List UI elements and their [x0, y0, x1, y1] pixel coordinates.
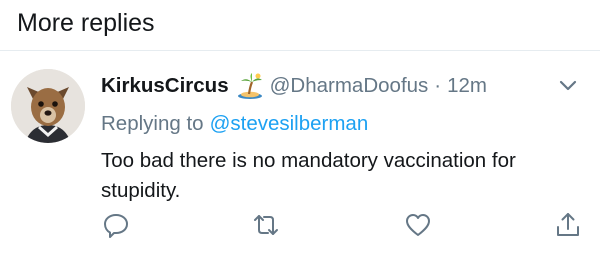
tweet-actions: [0, 211, 600, 245]
like-icon[interactable]: [404, 211, 432, 239]
tweet-header: KirkusCircus @DharmaDoofus · 12m: [101, 66, 581, 106]
dog-avatar-image: [11, 69, 85, 143]
user-handle[interactable]: @DharmaDoofus: [270, 74, 429, 98]
retweet-icon[interactable]: [252, 211, 280, 239]
reply-icon[interactable]: [102, 211, 130, 239]
section-title: More replies: [17, 8, 155, 37]
separator-dot: ·: [434, 74, 442, 97]
desert-island-emoji-icon: [236, 72, 264, 100]
divider: [0, 50, 600, 51]
chevron-down-icon[interactable]: [556, 76, 580, 96]
tweet-text: Too bad there is no mandatory vaccinatio…: [101, 149, 516, 202]
replying-to-mention[interactable]: @stevesilberman: [210, 112, 369, 136]
replying-to: Replying to @stevesilberman: [101, 106, 581, 142]
display-name[interactable]: KirkusCircus: [101, 74, 229, 98]
share-icon[interactable]: [554, 211, 582, 239]
replying-to-label: Replying to: [101, 112, 204, 135]
avatar[interactable]: [11, 69, 85, 143]
reply-tweet[interactable]: KirkusCircus @DharmaDoofus · 12m Replyin…: [101, 66, 581, 206]
timestamp[interactable]: 12m: [447, 74, 487, 98]
